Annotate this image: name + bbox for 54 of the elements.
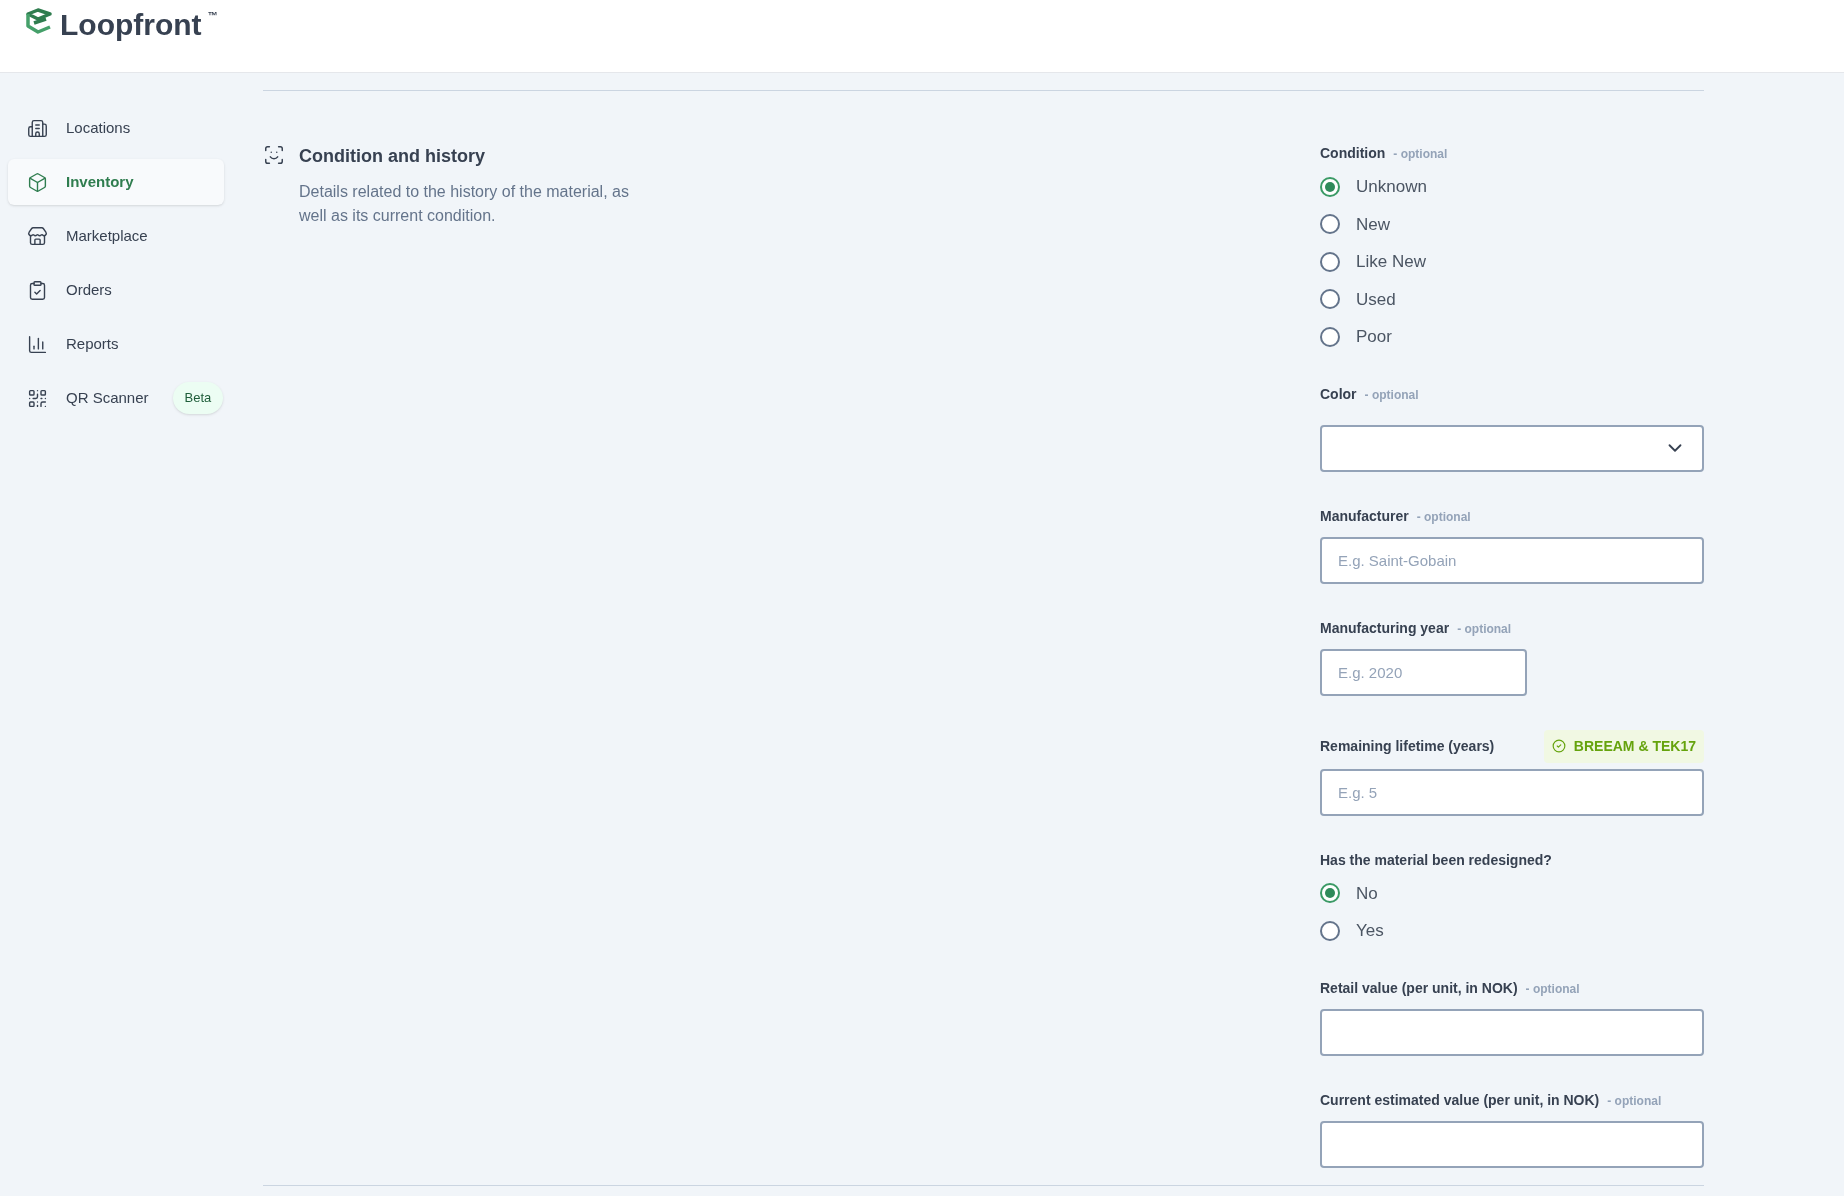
color-select[interactable] [1320,424,1704,472]
field-label: Current estimated value (per unit, in NOK) [1320,1090,1600,1110]
radio-label: No [1356,882,1378,905]
sidebar-item[interactable]: Reports [8,321,131,367]
building-icon [27,117,48,139]
optional-hint: - optional [1393,146,1448,163]
qr-code-icon [27,387,48,409]
field-label: Condition [1320,144,1386,163]
input-field[interactable]: E.g. Saint-Gobain [1320,536,1704,584]
radio-label: Unknown [1356,176,1427,198]
optional-hint: - optional [1525,980,1580,998]
sidebar-item[interactable]: Marketplace [8,213,160,259]
radio-label: Like New [1356,251,1426,273]
basket-icon [27,225,48,247]
field-label: Remaining lifetime (years) [1320,736,1495,756]
sidebar-item[interactable]: Orders [8,267,124,313]
input-field[interactable]: E.g. 5 [1320,768,1704,816]
field-label: Retail value (per unit, in NOK) [1320,978,1518,998]
section-title: Condition and history [299,145,486,168]
radio-button[interactable] [1320,289,1340,310]
radio-label: Used [1356,288,1396,311]
input-field[interactable] [1320,1008,1704,1056]
field-label: Color [1320,384,1357,404]
bar-chart-icon [27,333,48,355]
radio-button[interactable] [1320,176,1340,197]
sidebar-item[interactable]: QR Scanner [8,375,161,421]
sidebar-item[interactable]: Inventory [8,159,224,205]
optional-hint: - optional [1607,1092,1662,1110]
optional-hint: - optional [1457,620,1512,638]
radio-label: Poor [1356,326,1392,348]
radio-button[interactable] [1320,883,1340,904]
optional-hint: - optional [1416,508,1471,526]
trademark-mark: ™ [207,9,218,23]
logo-icon [24,8,54,36]
field-label: Has the material been redesigned? [1320,850,1552,870]
clipboard-check-icon [27,279,48,301]
brand-name: Loopfront [60,8,202,42]
sidebar-item[interactable]: Locations [8,105,143,151]
beta-badge: Beta [172,382,224,414]
check-circle-icon [1551,739,1566,753]
input-field[interactable] [1320,1120,1704,1168]
input-field[interactable]: E.g. 2020 [1320,648,1527,696]
field-label: Manufacturer [1320,506,1409,526]
radio-button[interactable] [1320,251,1340,272]
section-description: Details related to the history of the material, as well as its current condition. [299,182,630,226]
cube-icon [27,171,48,193]
radio-label: New [1356,213,1390,236]
radio-button[interactable] [1320,326,1340,347]
certification-badge: BREEAM & TEK17 [1543,729,1704,763]
radio-button[interactable] [1320,920,1340,941]
optional-hint: - optional [1364,386,1419,404]
field-label: Manufacturing year [1320,618,1450,638]
radio-label: Yes [1356,920,1384,942]
radio-button[interactable] [1320,214,1340,235]
